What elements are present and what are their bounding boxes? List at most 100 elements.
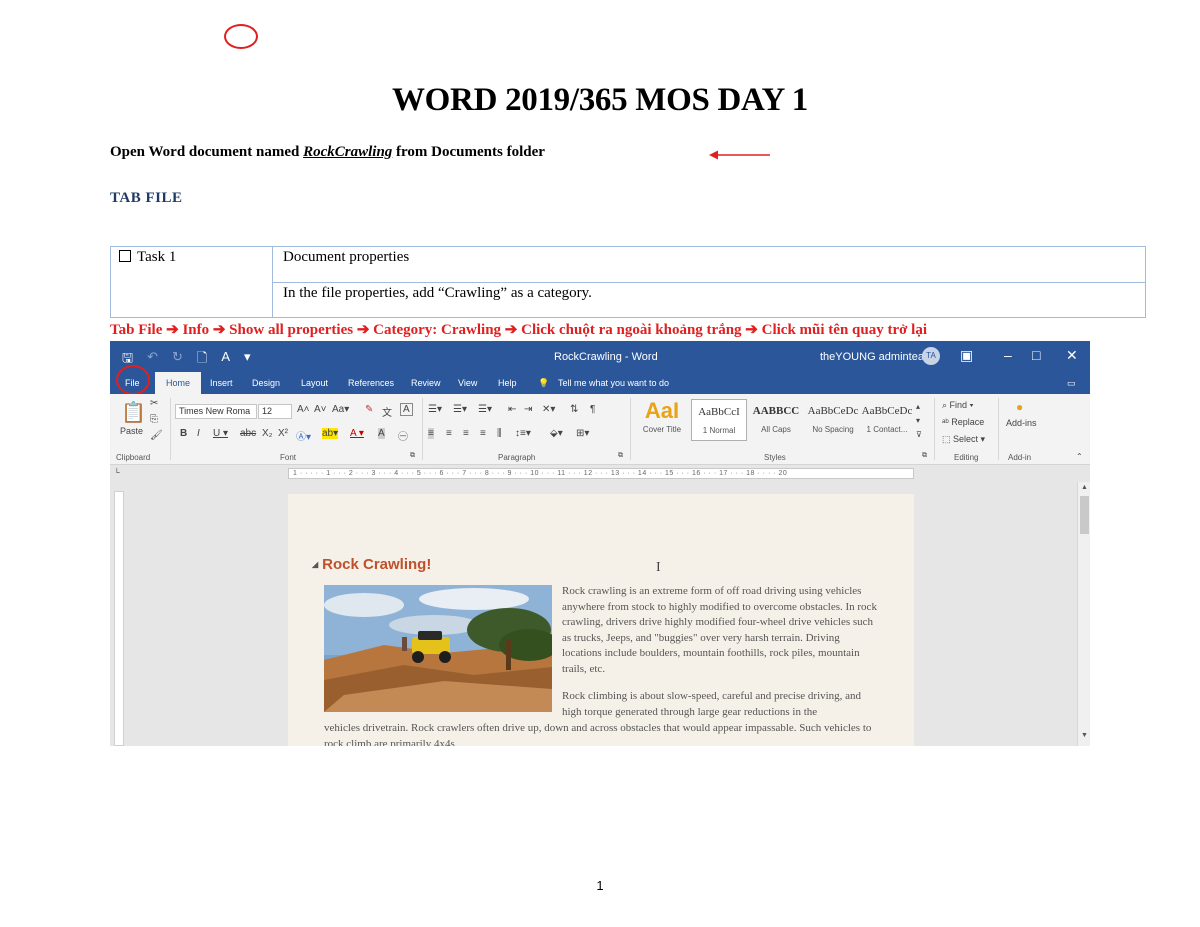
vertical-scrollbar[interactable]: ▲ ▼	[1077, 482, 1090, 746]
superscript-icon[interactable]: X²	[278, 428, 288, 439]
redo-icon[interactable]: ↻	[172, 349, 183, 371]
highlight-icon[interactable]: ab▾	[322, 428, 339, 439]
scrollbar-thumb[interactable]	[1080, 496, 1089, 534]
enclose-characters-icon[interactable]: ㊀	[398, 428, 408, 443]
font-color-icon[interactable]: A	[221, 349, 230, 371]
scroll-down-icon[interactable]: ▼	[1079, 732, 1090, 739]
copy-icon[interactable]: ⎘	[150, 414, 158, 425]
italic-icon[interactable]: I	[197, 428, 200, 439]
align-right-icon[interactable]: ≡	[463, 428, 469, 439]
comments-icon[interactable]: ▭	[1067, 378, 1076, 389]
shading-icon[interactable]: ⬙▾	[550, 428, 563, 439]
doc-heading: ◢ Rock Crawling!	[312, 556, 431, 573]
group-editing: Editing	[954, 453, 979, 462]
style-cover-title[interactable]: AaI Cover Title	[634, 399, 690, 441]
style-no-spacing[interactable]: AaBbCeDc No Spacing	[805, 399, 861, 441]
maximize-icon[interactable]: □	[1032, 347, 1040, 363]
undo-icon[interactable]: ↶	[147, 349, 158, 371]
minimize-icon[interactable]: –	[1004, 347, 1012, 363]
doc-paragraph-2b: vehicles drivetrain. Rock crawlers often…	[324, 722, 872, 746]
numbering-icon[interactable]: ☰▾	[453, 404, 467, 415]
add-ins-button[interactable]: Add-ins	[1006, 418, 1037, 428]
align-center-icon[interactable]: ≡	[446, 428, 452, 439]
tab-references[interactable]: References	[348, 378, 394, 388]
increase-indent-icon[interactable]: ⇥	[524, 404, 532, 415]
close-icon[interactable]: ✕	[1066, 347, 1078, 364]
show-formatting-icon[interactable]: ¶	[590, 404, 595, 415]
subscript-icon[interactable]: X₂	[262, 428, 273, 439]
font-size-input[interactable]: 12	[258, 404, 292, 419]
font-color-dropdown-icon[interactable]: A ▾	[350, 428, 364, 439]
style-all-caps[interactable]: AABBCC All Caps	[748, 399, 804, 441]
phonetic-guide-icon[interactable]: 文	[382, 404, 392, 419]
font-dialog-launcher-icon[interactable]: ⧉	[410, 452, 415, 460]
style-no-spacing-label: No Spacing	[812, 425, 854, 434]
add-ins-icon[interactable]: ●	[1016, 400, 1023, 414]
tab-home[interactable]: Home	[155, 372, 201, 394]
grow-font-icon[interactable]: A˄	[297, 404, 310, 415]
tab-help[interactable]: Help	[498, 378, 517, 388]
tab-insert[interactable]: Insert	[210, 378, 233, 388]
group-add-in: Add-in	[1008, 453, 1032, 462]
find-button[interactable]: ⌕ Find ▾	[942, 400, 973, 411]
select-button[interactable]: ⬚ Select ▾	[942, 434, 985, 445]
paragraph-dialog-launcher-icon[interactable]: ⧉	[618, 452, 623, 460]
horizontal-ruler[interactable]: 1 · · · · · 1 · · · 2 · · · 3 · · · 4 · …	[288, 468, 914, 479]
customize-toolbar-icon[interactable]: ▾	[244, 349, 251, 371]
align-left-icon[interactable]: ≡	[428, 428, 434, 439]
section-heading: TAB FILE	[110, 190, 183, 206]
document-page[interactable]: ◢ Rock Crawling! I Rock crawling is an ex…	[288, 494, 914, 746]
select-label: Select	[953, 434, 979, 444]
style-contact[interactable]: AaBbCeDc 1 Contact...	[859, 399, 915, 441]
distributed-icon[interactable]: ⫼	[497, 428, 502, 439]
cut-icon[interactable]: ✂	[150, 398, 158, 409]
task-topic: Document properties	[273, 247, 1145, 283]
asian-layout-icon[interactable]: ✕▾	[542, 404, 555, 415]
sort-icon[interactable]: ⇅	[570, 404, 578, 415]
character-border-icon[interactable]: A	[400, 403, 413, 416]
new-document-icon[interactable]: 🗋	[197, 349, 207, 371]
scroll-up-icon[interactable]: ▲	[1079, 484, 1090, 491]
annotation-circle	[224, 24, 258, 49]
task-cell: Task 1	[111, 247, 273, 317]
word-window-title: RockCrawling - Word	[554, 351, 658, 363]
intro-filename: RockCrawling	[303, 144, 393, 160]
intro-suffix: from Documents folder	[392, 144, 545, 160]
text-effects-icon[interactable]: Ⓐ▾	[296, 428, 311, 443]
replace-button[interactable]: ᵃᵇ Replace	[942, 417, 984, 427]
multilevel-list-icon[interactable]: ☰▾	[478, 404, 492, 415]
vertical-ruler[interactable]	[114, 491, 124, 746]
styles-dialog-launcher-icon[interactable]: ⧉	[922, 452, 927, 460]
change-case-icon[interactable]: Aa▾	[332, 404, 349, 415]
tab-layout[interactable]: Layout	[301, 378, 328, 388]
line-spacing-icon[interactable]: ↕≡▾	[515, 428, 531, 439]
tab-view[interactable]: View	[458, 378, 477, 388]
bullets-icon[interactable]: ☰▾	[428, 404, 442, 415]
paste-button[interactable]: Paste	[120, 426, 143, 436]
collapse-heading-icon[interactable]: ◢	[312, 560, 318, 569]
tab-selector-icon[interactable]: └	[114, 468, 120, 477]
shrink-font-icon[interactable]: A˅	[314, 404, 327, 415]
bold-icon[interactable]: B	[180, 428, 187, 439]
format-painter-icon[interactable]: 🖌	[150, 430, 163, 441]
style-normal[interactable]: AaBbCcI 1 Normal	[691, 399, 747, 441]
justify-icon[interactable]: ≡	[480, 428, 486, 439]
paste-icon[interactable]: 📋	[121, 400, 146, 425]
tell-me-search[interactable]: Tell me what you want to do	[558, 378, 669, 388]
styles-gallery-scroll-icon[interactable]: ▴ ▾ ⊽	[916, 400, 922, 442]
style-contact-label: 1 Contact...	[866, 425, 908, 434]
collapse-ribbon-icon[interactable]: ⌃	[1076, 452, 1083, 461]
clear-formatting-icon[interactable]: ✎	[365, 404, 373, 415]
font-name-input[interactable]: Times New Roma	[175, 404, 257, 419]
user-avatar[interactable]: TA	[922, 347, 940, 365]
task-checkbox[interactable]	[119, 250, 131, 262]
strikethrough-icon[interactable]: abc	[240, 428, 256, 439]
borders-icon[interactable]: ⊞▾	[576, 428, 589, 439]
underline-icon[interactable]: U ▾	[213, 428, 228, 439]
character-shading-icon[interactable]: A	[378, 428, 385, 439]
tab-review[interactable]: Review	[411, 378, 441, 388]
tab-design[interactable]: Design	[252, 378, 280, 388]
word-user-name[interactable]: theYOUNG adminteam	[820, 351, 933, 363]
ribbon-display-icon[interactable]: ▣	[960, 347, 973, 364]
decrease-indent-icon[interactable]: ⇤	[508, 404, 516, 415]
